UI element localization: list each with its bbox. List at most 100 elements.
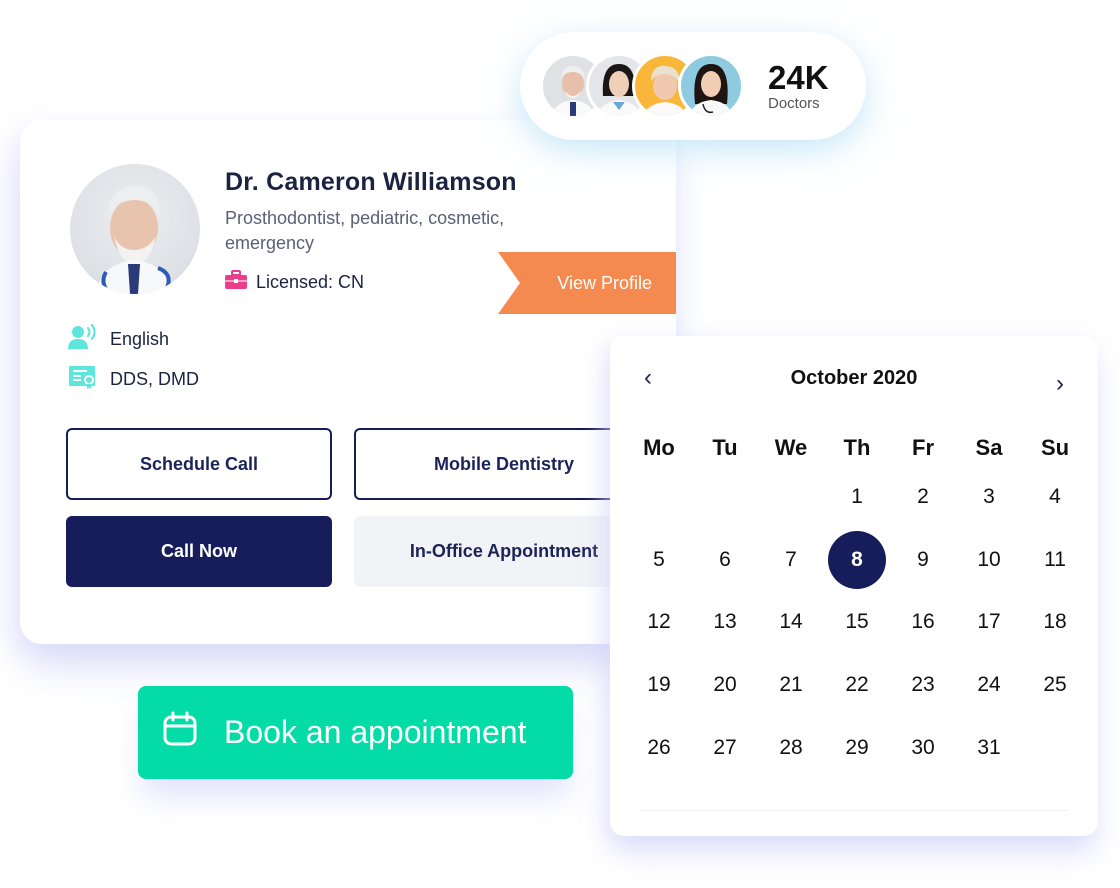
calendar-day-number: 12 — [647, 610, 671, 634]
language-text: English — [110, 329, 170, 349]
calendar-day[interactable]: 21 — [758, 673, 824, 697]
calendar-day[interactable]: 17 — [956, 610, 1022, 634]
doctor-name: Dr. Cameron Williamson — [225, 168, 517, 196]
calendar-day[interactable]: 13 — [692, 610, 758, 634]
calendar-day[interactable]: 2 — [890, 485, 956, 509]
weekday-label: Su — [1040, 435, 1070, 460]
calendar-day-number: 10 — [977, 547, 1001, 571]
certificate-icon — [68, 364, 98, 395]
doctor-avatar — [70, 164, 200, 294]
calendar-day-number: 19 — [647, 673, 671, 697]
calendar-day[interactable]: 31 — [956, 736, 1022, 760]
degrees-row: DDS, DMD — [68, 364, 199, 395]
mobile-dentistry-button[interactable]: Mobile Dentistry — [354, 428, 654, 500]
calendar-day-number: 17 — [977, 610, 1001, 634]
calendar-day-number: 7 — [785, 547, 797, 571]
weekday-label: We — [774, 435, 808, 460]
calendar-day[interactable]: 30 — [890, 736, 956, 760]
calendar-day-selected[interactable]: 8 — [824, 530, 890, 589]
calendar-day[interactable]: 5 — [626, 548, 692, 572]
calendar-day[interactable]: 1 — [824, 485, 890, 509]
calendar-day[interactable]: 28 — [758, 736, 824, 760]
weekday-label: Mo — [643, 435, 675, 460]
calendar-week-row: 26 27 28 29 30 31 — [626, 716, 1098, 779]
calendar-day[interactable]: 15 — [824, 610, 890, 634]
calendar-day-number: 2 — [917, 485, 929, 509]
weekday-label: Tu — [712, 435, 738, 460]
calendar-day-number: 4 — [1049, 485, 1061, 509]
calendar-day-number: 8 — [828, 530, 886, 589]
calendar-day-number: 24 — [977, 673, 1001, 697]
calendar-day[interactable]: 3 — [956, 485, 1022, 509]
calendar-widget: ‹ October 2020 › Mo Tu We Th Fr Sa Su 12… — [610, 336, 1098, 836]
calendar-day-number: 5 — [653, 547, 665, 571]
calendar-day[interactable]: 9 — [890, 548, 956, 572]
calendar-day-number: 26 — [647, 735, 671, 759]
book-appointment-button[interactable]: Book an appointment — [138, 686, 573, 779]
calendar-week-row: 12 13 14 15 16 17 18 — [626, 591, 1098, 654]
in-office-appointment-button[interactable]: In-Office Appointment — [354, 516, 654, 587]
calendar-week-row: 5 6 7 8 9 10 11 — [626, 529, 1098, 592]
doctor-specialties: Prosthodontist, pediatric, cosmetic, eme… — [225, 208, 505, 253]
weekday-label: Th — [843, 435, 871, 460]
calendar-day[interactable]: 10 — [956, 548, 1022, 572]
calendar-day-number: 31 — [977, 735, 1001, 759]
calendar-day-number: 23 — [911, 673, 935, 697]
calendar-week-row: 19 20 21 22 23 24 25 — [626, 654, 1098, 717]
calendar-day[interactable]: 24 — [956, 673, 1022, 697]
calendar-day[interactable]: 22 — [824, 673, 890, 697]
calendar-day[interactable]: 26 — [626, 736, 692, 760]
calendar-day-number: 14 — [779, 610, 803, 634]
next-month-button[interactable]: › — [1048, 370, 1072, 398]
calendar-day-number: 28 — [779, 735, 803, 759]
calendar-day[interactable]: 16 — [890, 610, 956, 634]
calendar-day[interactable]: 29 — [824, 736, 890, 760]
calendar-day[interactable]: 4 — [1022, 485, 1088, 509]
degrees-text: DDS, DMD — [110, 369, 199, 389]
calendar-day[interactable]: 18 — [1022, 610, 1088, 634]
calendar-day-number: 15 — [845, 610, 869, 634]
calendar-week-row: 1 2 3 4 — [626, 466, 1098, 529]
calendar-day-number: 20 — [713, 673, 737, 697]
calendar-day-number: 13 — [713, 610, 737, 634]
calendar-day-number: 16 — [911, 610, 935, 634]
doctor-profile-card: Dr. Cameron Williamson Prosthodontist, p… — [20, 120, 676, 644]
calendar-day-number: 18 — [1043, 610, 1067, 634]
calendar-day[interactable]: 19 — [626, 673, 692, 697]
weekday-header-row: Mo Tu We Th Fr Sa Su — [626, 430, 1098, 466]
calendar-day[interactable]: 11 — [1022, 548, 1088, 572]
calendar-day-number: 29 — [845, 735, 869, 759]
calendar-day[interactable]: 25 — [1022, 673, 1088, 697]
license-text: Licensed: CN — [256, 272, 365, 292]
doctors-count-number: 24K — [768, 58, 829, 96]
speaking-person-icon — [68, 323, 98, 355]
calendar-day-number: 30 — [911, 735, 935, 759]
calendar-day[interactable]: 27 — [692, 736, 758, 760]
calendar-day-number: 21 — [779, 673, 803, 697]
doctors-count-label: Doctors — [768, 94, 820, 112]
schedule-call-button[interactable]: Schedule Call — [66, 428, 332, 500]
calendar-day[interactable]: 12 — [626, 610, 692, 634]
calendar-day[interactable]: 7 — [758, 548, 824, 572]
calendar-day[interactable]: 20 — [692, 673, 758, 697]
weekday-label: Fr — [912, 435, 934, 460]
calendar-day[interactable]: 23 — [890, 673, 956, 697]
view-profile-button[interactable]: View Profile — [498, 252, 676, 314]
language-row: English — [68, 323, 170, 355]
calendar-day-number: 9 — [917, 547, 929, 571]
calendar-day-number: 27 — [713, 735, 737, 759]
calendar-day-number: 25 — [1043, 673, 1067, 697]
calendar-day[interactable]: 14 — [758, 610, 824, 634]
book-appointment-label: Book an appointment — [224, 714, 527, 750]
weekday-label: Sa — [975, 435, 1003, 460]
doctors-count-badge: 24K Doctors — [520, 32, 866, 140]
calendar-day-number: 3 — [983, 485, 995, 509]
calendar-icon — [162, 711, 198, 755]
doctor-avatar-group — [540, 53, 744, 119]
calendar-month-title: October 2020 — [790, 367, 918, 389]
calendar-day[interactable]: 6 — [692, 548, 758, 572]
briefcase-icon — [224, 270, 248, 295]
call-now-button[interactable]: Call Now — [66, 516, 332, 587]
calendar-day-number: 1 — [851, 485, 863, 509]
license-info: Licensed: CN — [224, 270, 364, 295]
